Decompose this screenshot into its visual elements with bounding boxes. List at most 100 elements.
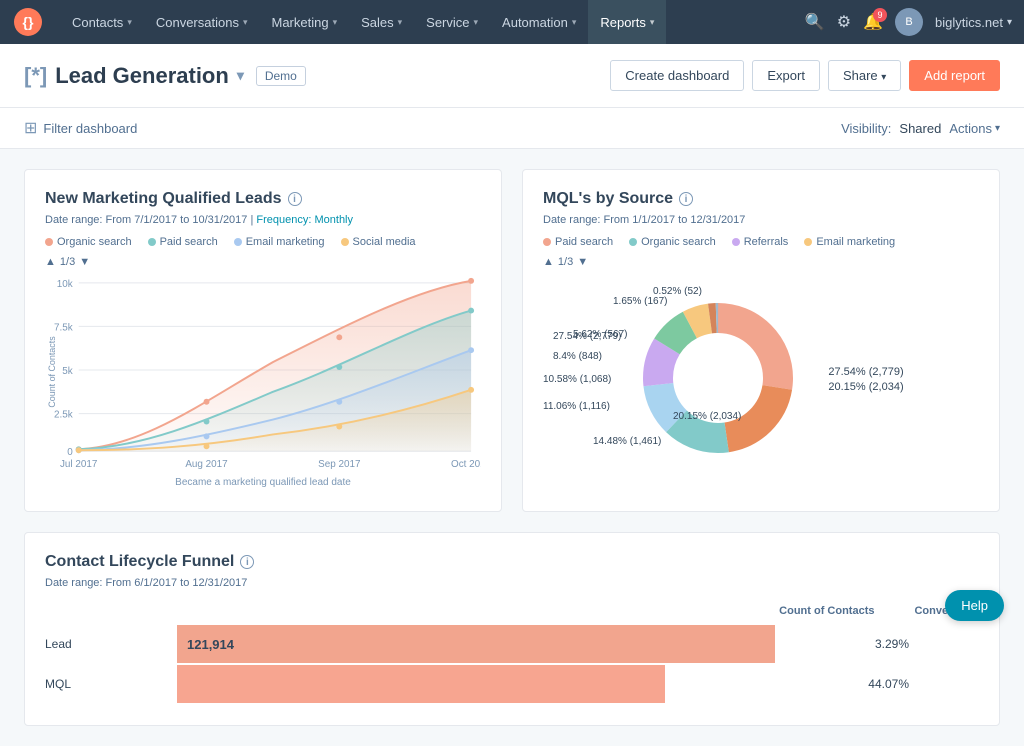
top-nav: {} Contacts ▾ Conversations ▾ Marketing … bbox=[0, 0, 1024, 44]
svg-text:Aug 2017: Aug 2017 bbox=[185, 459, 227, 470]
user-chevron-icon: ▾ bbox=[1007, 17, 1012, 28]
info-icon[interactable]: i bbox=[679, 192, 693, 206]
share-button[interactable]: Share ▾ bbox=[828, 60, 901, 91]
info-icon[interactable]: i bbox=[288, 192, 302, 206]
nav-sales[interactable]: Sales ▾ bbox=[349, 0, 414, 44]
funnel-metrics: 44.07% bbox=[839, 677, 979, 691]
svg-text:5k: 5k bbox=[62, 366, 73, 377]
filter-dashboard-button[interactable]: ⊞ Filter dashboard bbox=[24, 118, 137, 138]
svg-text:Jul 2017: Jul 2017 bbox=[60, 459, 97, 470]
svg-text:{}: {} bbox=[23, 14, 34, 30]
visibility-value: Shared bbox=[899, 121, 941, 136]
info-icon[interactable]: i bbox=[240, 555, 254, 569]
notif-badge: 9 bbox=[873, 8, 887, 22]
mql-chart-meta: Date range: From 7/1/2017 to 10/31/2017 … bbox=[45, 214, 481, 226]
legend-dot bbox=[804, 238, 812, 246]
mql-source-meta: Date range: From 1/1/2017 to 12/31/2017 bbox=[543, 214, 979, 226]
actions-chevron-icon: ▾ bbox=[995, 123, 1000, 134]
legend-paid: Paid search bbox=[148, 236, 218, 248]
legend-dot bbox=[45, 238, 53, 246]
avatar[interactable]: B bbox=[895, 8, 923, 36]
down-icon: ▼ bbox=[79, 256, 90, 268]
funnel-card: Contact Lifecycle Funnel i Date range: F… bbox=[24, 532, 1000, 726]
donut-label-0: 27.54% (2,779) bbox=[828, 366, 903, 378]
funnel-table-header: Count of Contacts Conversion bbox=[45, 605, 979, 617]
svg-text:0: 0 bbox=[67, 447, 73, 458]
chevron-icon: ▾ bbox=[572, 17, 577, 28]
nav-conversations[interactable]: Conversations ▾ bbox=[144, 0, 260, 44]
filter-bar: ⊞ Filter dashboard Visibility: Shared Ac… bbox=[0, 108, 1024, 149]
legend-dot bbox=[629, 238, 637, 246]
funnel-stage-label: Lead bbox=[45, 637, 165, 651]
share-chevron-icon: ▾ bbox=[881, 72, 886, 83]
settings-icon[interactable]: ⚙ bbox=[837, 12, 851, 32]
demo-badge: Demo bbox=[256, 66, 306, 86]
actions-link[interactable]: Actions ▾ bbox=[949, 121, 1000, 136]
nav-marketing[interactable]: Marketing ▾ bbox=[259, 0, 349, 44]
donut-label-1: 20.15% (2,034) bbox=[828, 381, 903, 393]
up-icon: ▲ bbox=[543, 256, 554, 268]
mql-source-legend: Paid search Organic search Referrals Ema… bbox=[543, 236, 979, 248]
mql-line-chart: 10k 7.5k 5k 2.5k 0 Count of Contacts bbox=[45, 272, 481, 472]
funnel-title: Contact Lifecycle Funnel i bbox=[45, 553, 979, 571]
chart-pagination: ▲ 1/3 ▼ bbox=[45, 256, 481, 268]
mql-source-chart-card: MQL's by Source i Date range: From 1/1/2… bbox=[522, 169, 1000, 512]
add-report-button[interactable]: Add report bbox=[909, 60, 1000, 91]
nav-automation[interactable]: Automation ▾ bbox=[490, 0, 588, 44]
table-row: MQL 44.07% bbox=[45, 665, 979, 703]
nav-user-label[interactable]: biglytics.net ▾ bbox=[935, 15, 1012, 30]
chevron-icon: ▾ bbox=[243, 17, 248, 28]
search-icon[interactable]: 🔍 bbox=[805, 12, 825, 32]
x-axis-label: Became a marketing qualified lead date bbox=[45, 477, 481, 488]
nav-contacts[interactable]: Contacts ▾ bbox=[60, 0, 144, 44]
page-header: [*] Lead Generation ▾ Demo Create dashbo… bbox=[0, 44, 1024, 108]
source-chart-pagination: ▲ 1/3 ▼ bbox=[543, 256, 979, 268]
export-button[interactable]: Export bbox=[752, 60, 820, 91]
funnel-bar-container: 121,914 bbox=[177, 625, 827, 663]
mql-source-title: MQL's by Source i bbox=[543, 190, 979, 208]
legend-organic: Organic search bbox=[45, 236, 132, 248]
funnel-bar bbox=[177, 665, 665, 703]
legend-email: Email marketing bbox=[234, 236, 325, 248]
down-icon: ▼ bbox=[577, 256, 588, 268]
header-actions: Create dashboard Export Share ▾ Add repo… bbox=[610, 60, 1000, 91]
legend-paid-search: Paid search bbox=[543, 236, 613, 248]
mql-legend: Organic search Paid search Email marketi… bbox=[45, 236, 481, 248]
legend-dot bbox=[148, 238, 156, 246]
funnel-bar: 121,914 bbox=[177, 625, 775, 663]
title-dropdown-icon[interactable]: ▾ bbox=[237, 67, 244, 84]
notifications-icon[interactable]: 🔔 9 bbox=[863, 12, 883, 32]
nav-service[interactable]: Service ▾ bbox=[414, 0, 490, 44]
filter-right: Visibility: Shared Actions ▾ bbox=[841, 121, 1000, 136]
table-row: Lead 121,914 3.29% bbox=[45, 625, 979, 663]
chevron-icon: ▾ bbox=[398, 17, 403, 28]
mql-chart-card: New Marketing Qualified Leads i Date ran… bbox=[24, 169, 502, 512]
chevron-icon: ▾ bbox=[127, 17, 132, 28]
svg-text:Oct 2017: Oct 2017 bbox=[451, 459, 481, 470]
legend-dot bbox=[234, 238, 242, 246]
main-content: New Marketing Qualified Leads i Date ran… bbox=[0, 149, 1024, 746]
hubspot-logo[interactable]: {} bbox=[12, 6, 44, 38]
chevron-icon: ▾ bbox=[650, 17, 655, 28]
svg-text:2.5k: 2.5k bbox=[54, 410, 73, 421]
chevron-icon: ▾ bbox=[333, 17, 338, 28]
donut-chart bbox=[618, 278, 818, 478]
help-button[interactable]: Help bbox=[945, 590, 1004, 621]
title-bracket: [*] bbox=[24, 63, 47, 89]
svg-text:10k: 10k bbox=[57, 279, 73, 290]
nav-reports[interactable]: Reports ▾ bbox=[588, 0, 666, 44]
svg-text:Count of Contacts: Count of Contacts bbox=[47, 336, 57, 408]
legend-dot bbox=[543, 238, 551, 246]
svg-text:7.5k: 7.5k bbox=[54, 322, 73, 333]
legend-dot bbox=[732, 238, 740, 246]
svg-text:Sep 2017: Sep 2017 bbox=[318, 459, 360, 470]
legend-dot bbox=[341, 238, 349, 246]
funnel-meta: Date range: From 6/1/2017 to 12/31/2017 bbox=[45, 577, 979, 589]
legend-social: Social media bbox=[341, 236, 416, 248]
funnel-stage-label: MQL bbox=[45, 677, 165, 691]
nav-items: Contacts ▾ Conversations ▾ Marketing ▾ S… bbox=[60, 0, 805, 44]
funnel-metrics: 3.29% bbox=[839, 637, 979, 651]
legend-email-marketing: Email marketing bbox=[804, 236, 895, 248]
create-dashboard-button[interactable]: Create dashboard bbox=[610, 60, 744, 91]
mql-chart-title: New Marketing Qualified Leads i bbox=[45, 190, 481, 208]
